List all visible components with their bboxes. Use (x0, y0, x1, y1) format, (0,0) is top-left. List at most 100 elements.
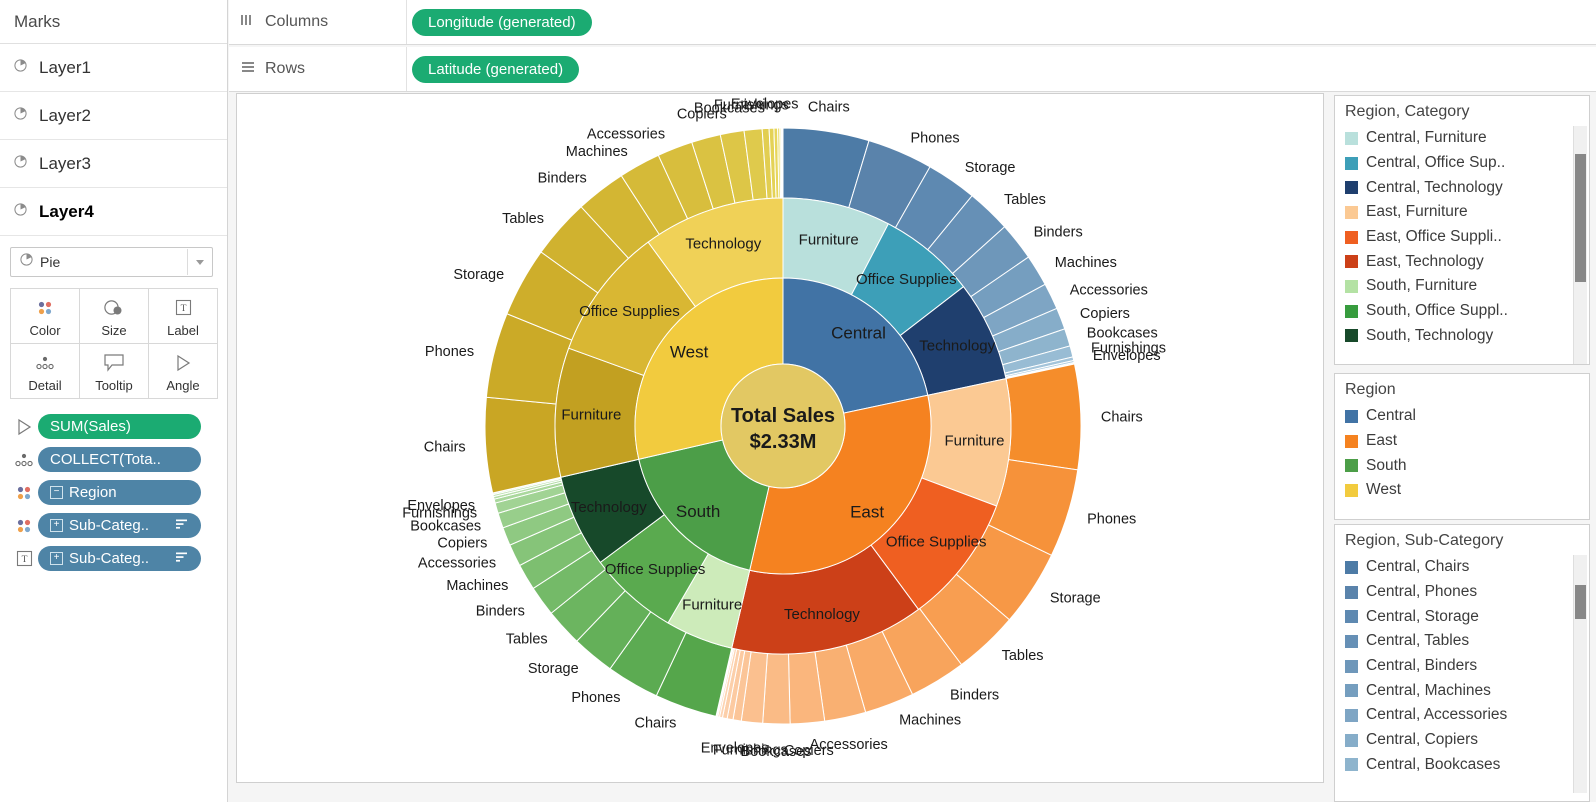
marks-shelf-buttons: Color Size T Label Detail Tooltip Angle (10, 288, 218, 399)
marks-layer-layer2[interactable]: Layer2 (0, 92, 227, 140)
category-label-central-furniture: Furniture (799, 232, 859, 249)
columns-shelf[interactable]: Columns Longitude (generated) (229, 0, 1596, 45)
slice-east-chairs[interactable] (1005, 363, 1082, 471)
rows-shelf-fields: Latitude (generated) (407, 55, 1596, 83)
subcategory-label-east-storage: Storage (1050, 591, 1101, 607)
legend-item-label: East (1366, 432, 1398, 450)
legend-item[interactable]: Central, Machines (1345, 678, 1589, 703)
legend-item[interactable]: Central (1345, 404, 1589, 429)
detail-icon (34, 350, 56, 376)
marks-pill-collect-tota-1[interactable]: COLLECT(Tota.. (38, 447, 201, 472)
subcategory-label-central-chairs: Chairs (808, 99, 850, 115)
pie-icon (14, 154, 27, 173)
rows-icon (241, 60, 255, 78)
category-label-west-furniture: Furniture (561, 406, 621, 423)
legend-item-label: East, Technology (1366, 252, 1484, 270)
subcategory-label-west-tables: Tables (502, 211, 544, 227)
marks-pill-region-2[interactable]: − Region (38, 480, 201, 505)
legend-item-label: Central, Technology (1366, 178, 1503, 196)
legend-item[interactable]: Central, Office Sup.. (1345, 151, 1589, 176)
marks-shelf-button-label: Color (29, 322, 61, 338)
legend-item[interactable]: Central, Copiers (1345, 728, 1589, 753)
marks-angle-button[interactable]: Angle (148, 343, 218, 399)
rows-shelf[interactable]: Rows Latitude (generated) (229, 47, 1596, 92)
legend-item[interactable]: East, Office Suppli.. (1345, 225, 1589, 250)
marks-pill-sub-categ-4[interactable]: + Sub-Categ.. (38, 546, 201, 571)
legend-item[interactable]: South, Technology (1345, 324, 1589, 349)
legend-item[interactable]: South, Furniture (1345, 274, 1589, 299)
legend-swatch (1345, 459, 1358, 473)
legend-item[interactable]: Central, Phones (1345, 580, 1589, 605)
legend-item[interactable]: Central, Accessories (1345, 703, 1589, 728)
legend-swatch (1345, 205, 1358, 219)
legend-scrollbar-thumb[interactable] (1575, 585, 1586, 619)
legend-item[interactable]: Central, Technology (1345, 175, 1589, 200)
legend-scrollbar[interactable] (1573, 126, 1587, 364)
pill-expander-icon[interactable]: + (50, 552, 63, 565)
legend-item[interactable]: Central, Chairs (1345, 555, 1589, 580)
category-label-central-technology: Technology (919, 337, 995, 354)
marks-shelf-button-label: Label (167, 322, 199, 338)
legend-item-label: Central, Bookcases (1366, 755, 1501, 773)
slice-west-fasteners[interactable] (781, 127, 784, 199)
pill-longitude[interactable]: Longitude (generated) (412, 8, 592, 36)
legend-scrollbar-thumb[interactable] (1575, 154, 1586, 282)
marks-layer-label: Layer3 (39, 153, 91, 173)
sunburst-chart[interactable]: Total Sales $2.33M Central East South West Fur… (237, 94, 1323, 782)
legend-swatch (1345, 329, 1358, 343)
legend-item[interactable]: Central, Furniture (1345, 126, 1589, 151)
pill-expander-icon[interactable]: − (50, 486, 63, 499)
marks-pill-label: COLLECT(Tota.. (50, 451, 161, 468)
marks-size-button[interactable]: Size (79, 288, 149, 344)
marks-shelf-button-label: Size (101, 322, 127, 338)
legend-scrollbar[interactable] (1573, 555, 1587, 793)
marks-color-button[interactable]: Color (10, 288, 80, 344)
legend-region-category: Region, Category Central, Furniture Centr… (1334, 95, 1590, 365)
legend-item[interactable]: Central, Tables (1345, 629, 1589, 654)
slice-west-chairs[interactable] (484, 396, 562, 494)
subcategory-label-central-storage: Storage (965, 160, 1016, 176)
rows-shelf-label-cell: Rows (229, 47, 407, 91)
subcategory-label-central-machines: Machines (1055, 255, 1117, 271)
legend-item[interactable]: East, Technology (1345, 249, 1589, 274)
legend-item[interactable]: West (1345, 478, 1589, 503)
marks-pill-list: SUM(Sales) COLLECT(Tota.. − Region + Sub-Cate… (0, 410, 227, 575)
legend-item[interactable]: South, Office Suppl.. (1345, 299, 1589, 324)
category-label-south-office-supplies: Office Supplies (605, 561, 706, 578)
columns-shelf-fields: Longitude (generated) (407, 8, 1596, 36)
pill-latitude[interactable]: Latitude (generated) (412, 55, 580, 83)
legend-item[interactable]: Central, Binders (1345, 654, 1589, 679)
legend-item[interactable]: Central, Bookcases (1345, 753, 1589, 778)
mark-type-selector[interactable]: Pie (10, 247, 213, 277)
legend-item[interactable]: Central, Storage (1345, 604, 1589, 629)
sort-icon[interactable] (175, 517, 189, 534)
legend-item[interactable]: East (1345, 429, 1589, 454)
category-label-west-office-supplies: Office Supplies (579, 303, 680, 320)
pie-icon (14, 202, 27, 221)
center-total-sales-label: Total Sales (731, 405, 835, 427)
label-icon: T (175, 295, 192, 321)
legend-item[interactable]: South (1345, 453, 1589, 478)
marks-pill-sum-sales-0[interactable]: SUM(Sales) (38, 414, 201, 439)
marks-shelf-button-label: Detail (28, 377, 62, 393)
subcategory-label-south-storage: Storage (528, 661, 579, 677)
marks-tooltip-button[interactable]: Tooltip (79, 343, 149, 399)
marks-label-button[interactable]: T Label (148, 288, 218, 344)
subcategory-label-west-phones: Phones (425, 344, 474, 360)
category-label-east-technology: Technology (784, 606, 860, 623)
pill-expander-icon[interactable]: + (50, 519, 63, 532)
legend-item[interactable]: East, Furniture (1345, 200, 1589, 225)
marks-pill-row: T + Sub-Categ.. (10, 542, 227, 575)
chevron-down-icon[interactable] (187, 249, 212, 275)
marks-layer-label: Layer4 (39, 201, 94, 221)
marks-pill-sub-categ-3[interactable]: + Sub-Categ.. (38, 513, 201, 538)
sunburst-svg: Total Sales $2.33M Central East South West Fur… (402, 97, 1166, 760)
marks-layer-layer4[interactable]: Layer4 (0, 188, 227, 236)
legend-swatch (1345, 585, 1358, 599)
marks-detail-button[interactable]: Detail (10, 343, 80, 399)
sort-icon[interactable] (175, 550, 189, 567)
shelf-area: Columns Longitude (generated) Rows Latit… (229, 0, 1596, 92)
legend-swatch (1345, 610, 1358, 624)
marks-layer-layer3[interactable]: Layer3 (0, 140, 227, 188)
marks-layer-layer1[interactable]: Layer1 (0, 44, 227, 92)
